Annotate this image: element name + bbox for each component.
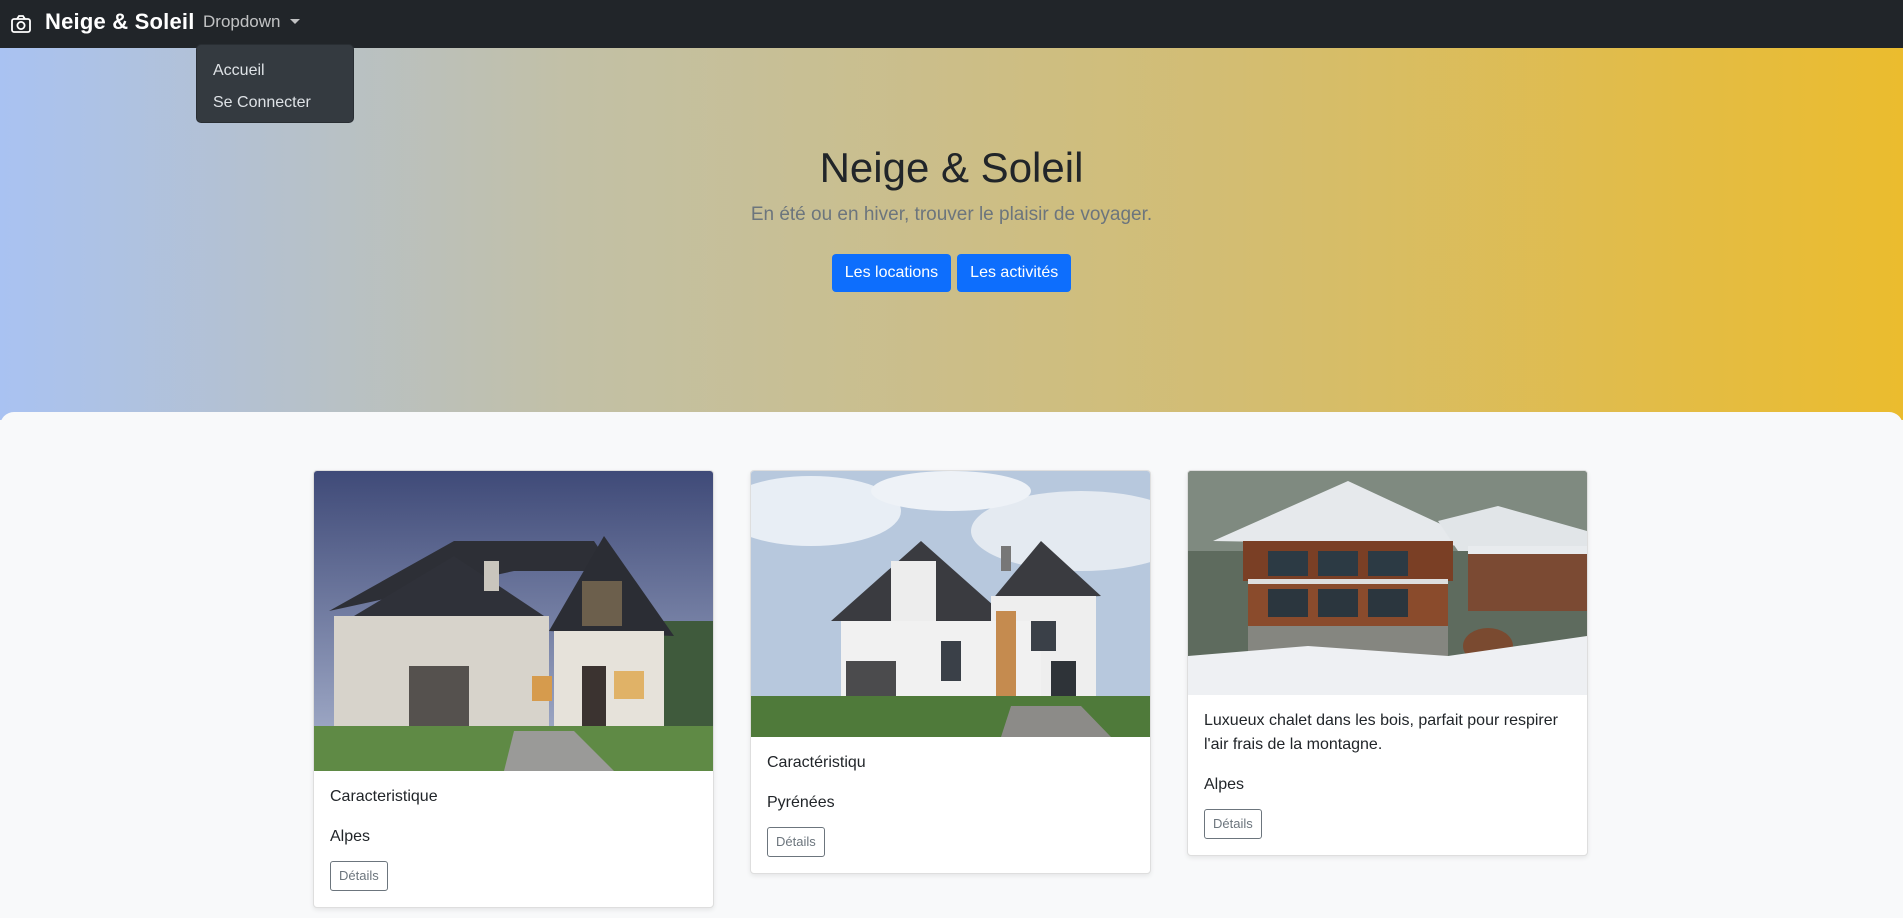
details-button[interactable]: Détails (767, 827, 825, 857)
main-content: Caracteristique Alpes Détails Caractéris… (0, 412, 1903, 918)
locations-button[interactable]: Les locations (831, 254, 952, 292)
card-2: Caractéristiqu Pyrénées Détails (750, 470, 1151, 874)
snow-chalet-photo (1188, 471, 1587, 695)
dropdown-item-se-connecter[interactable]: Se Connecter (197, 87, 353, 119)
details-button[interactable]: Détails (1204, 809, 1262, 839)
card-text: Caractéristiqu (767, 754, 866, 771)
card-region: Alpes (1204, 776, 1245, 793)
dropdown-menu: Accueil Se Connecter (196, 44, 354, 123)
card-text: Caracteristique (330, 788, 438, 805)
camera-icon[interactable] (10, 13, 32, 35)
white-house-photo (314, 471, 713, 771)
caret-down-icon (289, 19, 300, 24)
card-1: Caracteristique Alpes Détails (313, 470, 714, 908)
details-button[interactable]: Détails (330, 861, 388, 891)
navbar-brand[interactable]: Neige & Soleil (45, 9, 195, 35)
card-region: Pyrénées (767, 794, 835, 811)
card-3: Luxueux chalet dans les bois, parfait po… (1187, 470, 1588, 856)
hero-buttons: Les locations Les activités (0, 254, 1903, 292)
dropdown-toggle[interactable]: Dropdown (203, 12, 300, 32)
hero-title: Neige & Soleil (819, 144, 1084, 191)
card-text: Luxueux chalet dans les bois, parfait po… (1204, 712, 1558, 753)
navbar: Neige & Soleil Dropdown (0, 0, 1903, 48)
card-region: Alpes (330, 828, 371, 845)
modern-house-photo (751, 471, 1150, 737)
activites-button[interactable]: Les activités (957, 254, 1072, 292)
hero-subtitle: En été ou en hiver, trouver le plaisir d… (750, 204, 1153, 225)
dropdown-label: Dropdown (203, 12, 281, 31)
dropdown-item-accueil[interactable]: Accueil (197, 55, 353, 87)
